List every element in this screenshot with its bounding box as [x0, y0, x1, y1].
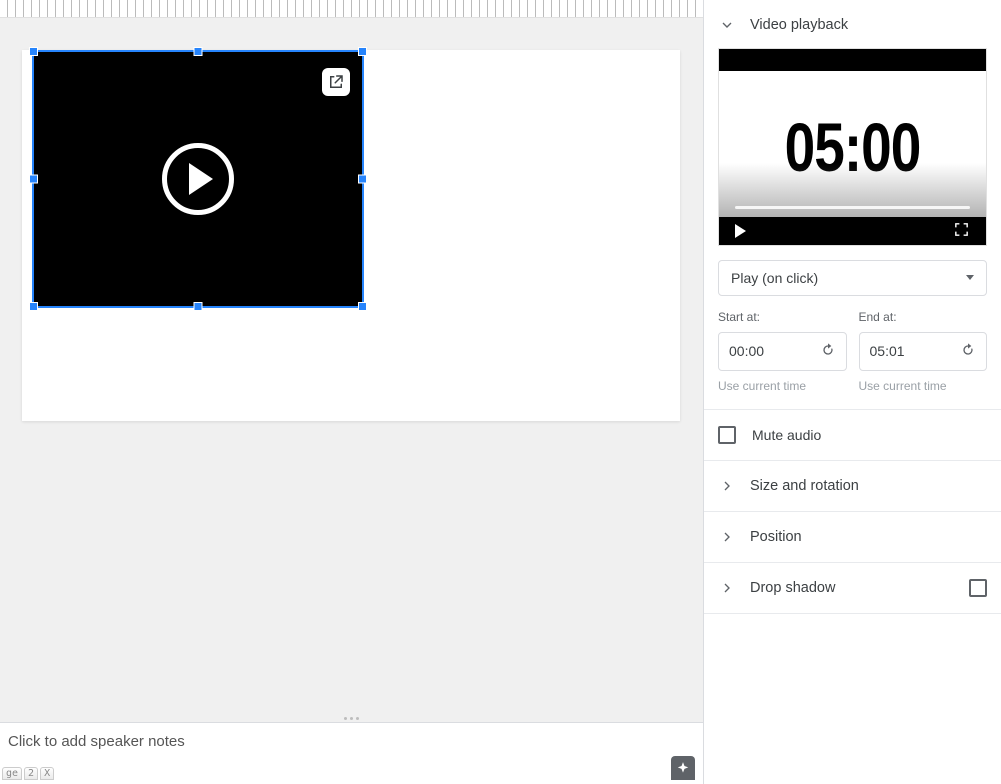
section-drop-shadow[interactable]: Drop shadow	[704, 563, 1001, 614]
section-size-rotation[interactable]: Size and rotation	[704, 461, 1001, 512]
resize-handle-se[interactable]	[358, 302, 367, 311]
canvas-area: Click to add speaker notes ge 2 X	[0, 0, 704, 784]
section-title: Video playback	[750, 17, 848, 33]
start-at-value: 00:00	[729, 343, 764, 359]
end-hint[interactable]: Use current time	[859, 379, 988, 393]
end-at-value: 05:01	[870, 343, 905, 359]
mute-audio-label: Mute audio	[752, 427, 821, 443]
video-preview[interactable]: 05:00	[718, 48, 987, 246]
resize-handle-nw[interactable]	[29, 47, 38, 56]
tab-chip-2[interactable]: 2	[24, 767, 38, 780]
speaker-notes[interactable]: Click to add speaker notes ge 2 X	[0, 722, 703, 784]
play-overlay-icon[interactable]	[162, 143, 234, 215]
fullscreen-icon[interactable]	[953, 221, 970, 241]
chevron-right-icon	[718, 528, 736, 546]
play-mode-value: Play (on click)	[731, 270, 818, 286]
mute-audio-checkbox[interactable]	[718, 426, 736, 444]
reset-icon[interactable]	[960, 342, 976, 361]
caret-down-icon	[966, 275, 974, 280]
end-at-label: End at:	[859, 310, 988, 324]
notes-resize-handle[interactable]	[0, 714, 703, 722]
resize-handle-sw[interactable]	[29, 302, 38, 311]
slide-canvas[interactable]	[0, 18, 703, 714]
chevron-right-icon	[718, 477, 736, 495]
drop-shadow-checkbox[interactable]	[969, 579, 987, 597]
section-video-playback: Video playback 05:00	[704, 0, 1001, 410]
horizontal-ruler	[0, 0, 703, 18]
chevron-right-icon	[718, 579, 736, 597]
tab-chip[interactable]: ge	[2, 767, 22, 780]
resize-handle-n[interactable]	[194, 47, 203, 56]
section-mute-audio: Mute audio	[704, 410, 1001, 461]
open-external-button[interactable]	[322, 68, 350, 96]
speaker-notes-placeholder: Click to add speaker notes	[8, 733, 185, 750]
start-at-input[interactable]: 00:00	[718, 332, 847, 371]
resize-handle-s[interactable]	[194, 302, 203, 311]
resize-handle-e[interactable]	[358, 175, 367, 184]
section-title: Size and rotation	[750, 478, 859, 494]
explore-button[interactable]	[671, 756, 695, 780]
chevron-down-icon	[718, 16, 736, 34]
section-title: Drop shadow	[750, 580, 835, 596]
tab-chip-close[interactable]: X	[40, 767, 54, 780]
resize-handle-ne[interactable]	[358, 47, 367, 56]
resize-handle-w[interactable]	[29, 175, 38, 184]
section-header-video-playback[interactable]: Video playback	[718, 16, 987, 34]
play-mode-dropdown[interactable]: Play (on click)	[718, 260, 987, 296]
video-progress-bar[interactable]	[735, 206, 970, 209]
bottom-tab-strip: ge 2 X	[2, 767, 54, 780]
end-at-input[interactable]: 05:01	[859, 332, 988, 371]
play-icon[interactable]	[735, 224, 746, 238]
section-title: Position	[750, 529, 802, 545]
start-at-label: Start at:	[718, 310, 847, 324]
reset-icon[interactable]	[820, 342, 836, 361]
slide[interactable]	[22, 50, 680, 421]
format-sidebar: Video playback 05:00	[704, 0, 1001, 784]
section-position[interactable]: Position	[704, 512, 1001, 563]
start-hint[interactable]: Use current time	[718, 379, 847, 393]
video-object[interactable]	[32, 50, 364, 308]
